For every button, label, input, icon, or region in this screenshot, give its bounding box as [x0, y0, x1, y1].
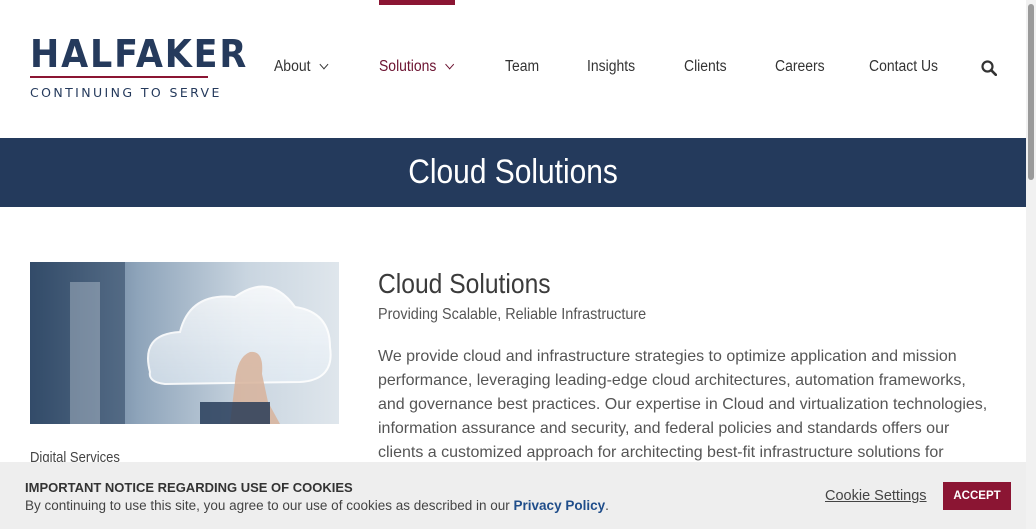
- chevron-down-icon: [319, 59, 328, 70]
- cookie-notice: IMPORTANT NOTICE REGARDING USE OF COOKIE…: [0, 462, 1026, 529]
- page-scrollbar[interactable]: [1026, 0, 1036, 529]
- search-icon[interactable]: [981, 60, 997, 76]
- scrollbar-thumb[interactable]: [1028, 4, 1034, 180]
- privacy-policy-link[interactable]: Privacy Policy: [514, 498, 606, 513]
- nav-item-insights[interactable]: Insights: [587, 58, 635, 76]
- nav-item-label: Careers: [775, 58, 825, 75]
- cookie-text-before: By continuing to use this site, you agre…: [25, 498, 514, 513]
- nav-item-contact-us[interactable]: Contact Us: [869, 58, 938, 76]
- cookie-settings-link[interactable]: Cookie Settings: [825, 488, 927, 504]
- nav-item-about[interactable]: About: [274, 58, 328, 76]
- site-header: HALFAKER CONTINUING TO SERVE About Solut…: [0, 0, 1026, 138]
- cloud-hero-image: [30, 262, 339, 424]
- nav-item-solutions[interactable]: Solutions: [379, 58, 454, 76]
- content-subtitle: Providing Scalable, Reliable Infrastruct…: [378, 306, 647, 323]
- nav-item-careers[interactable]: Careers: [775, 58, 825, 76]
- main-nav: About Solutions Team Insights Clients Ca…: [0, 58, 1026, 78]
- content-title: Cloud Solutions: [378, 268, 551, 299]
- nav-item-label: Clients: [684, 58, 727, 75]
- page-title: Cloud Solutions: [408, 153, 618, 191]
- nav-item-label: About: [274, 58, 311, 75]
- chevron-down-icon: [444, 59, 454, 70]
- nav-item-clients[interactable]: Clients: [684, 58, 727, 76]
- accept-cookies-button[interactable]: ACCEPT: [943, 482, 1011, 510]
- active-nav-indicator: [379, 0, 455, 5]
- content-body: We provide cloud and infrastructure stra…: [378, 348, 988, 461]
- nav-item-label: Team: [505, 58, 540, 75]
- cookie-notice-text: By continuing to use this site, you agre…: [25, 498, 609, 513]
- nav-item-label: Solutions: [379, 58, 437, 75]
- nav-item-label: Contact Us: [869, 58, 939, 75]
- cookie-text-after: .: [605, 498, 609, 513]
- nav-item-team[interactable]: Team: [505, 58, 539, 76]
- nav-item-label: Insights: [587, 58, 636, 75]
- logo-tagline: CONTINUING TO SERVE: [30, 85, 222, 100]
- cookie-notice-title: IMPORTANT NOTICE REGARDING USE OF COOKIE…: [25, 480, 353, 495]
- page-title-banner: Cloud Solutions: [0, 138, 1026, 207]
